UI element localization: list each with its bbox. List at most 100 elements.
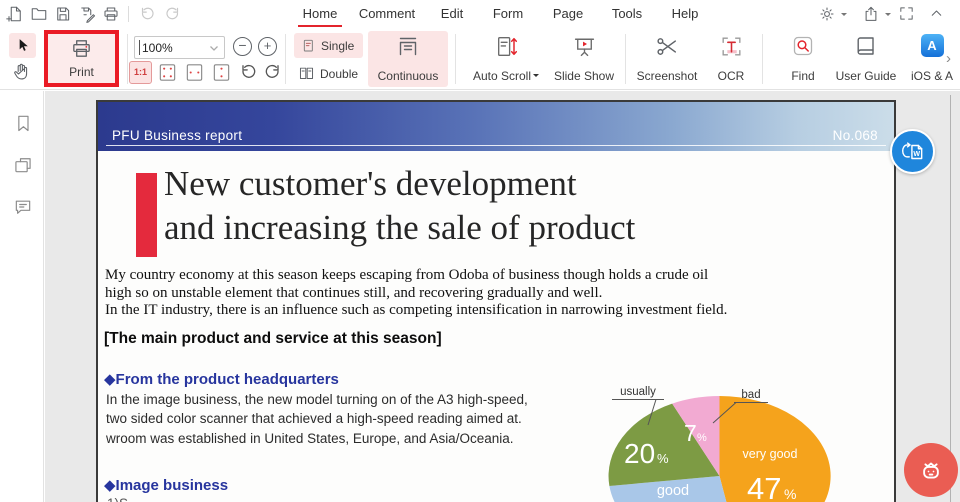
rotate-left-button[interactable]: [238, 62, 258, 82]
share-icon[interactable]: [862, 5, 892, 23]
document-title: New customer's development and increasin…: [164, 162, 635, 250]
pie-pct-usually: 20: [624, 438, 655, 469]
printer-icon: [70, 37, 93, 60]
tab-help[interactable]: Help: [666, 0, 704, 27]
product-hq-paragraph: In the image business, the new model tur…: [106, 390, 528, 448]
auto-scroll-button[interactable]: Auto Scroll: [462, 31, 550, 87]
tab-comment[interactable]: Comment: [352, 0, 422, 27]
tab-label: Home: [303, 6, 338, 21]
section-heading: [The main product and service at this se…: [104, 330, 442, 348]
pie-label-good: good: [657, 483, 689, 499]
report-banner-title: PFU Business report: [112, 128, 242, 143]
double-page-icon: [298, 65, 315, 82]
screenshot-button[interactable]: Screenshot: [628, 31, 706, 87]
fullscreen-icon[interactable]: [898, 5, 916, 23]
ocr-button[interactable]: OCR: [708, 31, 754, 87]
select-tool-button[interactable]: [9, 33, 36, 58]
pdf-page: PFU Business report No.068 New customer'…: [96, 100, 896, 502]
zoom-in-button[interactable]: +: [258, 37, 277, 56]
cursor-arrow-icon: [14, 37, 31, 54]
scrollbar[interactable]: [950, 95, 951, 502]
report-number: No.068: [833, 128, 878, 143]
slide-show-button[interactable]: Slide Show: [550, 31, 618, 87]
fit-page-button[interactable]: [157, 62, 178, 83]
slide-show-icon: [572, 34, 597, 59]
text-caret: [139, 40, 140, 55]
page-thumbnails-icon[interactable]: [13, 155, 33, 175]
comments-panel-icon[interactable]: [13, 197, 33, 217]
report-banner: PFU Business report No.068: [98, 102, 894, 151]
left-panel-bar: [0, 91, 44, 502]
continuous-icon: [396, 34, 420, 58]
tab-page[interactable]: Page: [548, 0, 588, 27]
quick-print-icon[interactable]: [102, 5, 120, 23]
single-view-button[interactable]: Single: [294, 33, 363, 58]
subheading-image-business: ◆Image business: [104, 476, 228, 494]
screenshot-label: Screenshot: [637, 69, 698, 83]
ocr-label: OCR: [718, 69, 745, 83]
body-line: In the image business, the new model tur…: [106, 390, 528, 409]
save-icon[interactable]: [54, 5, 72, 23]
intro-line: high so on unstable element that continu…: [105, 285, 727, 303]
document-canvas[interactable]: PFU Business report No.068 New customer'…: [45, 91, 960, 502]
toolbar: Print 100% − + 1:1 Single Double: [0, 28, 960, 90]
auto-scroll-label: Auto Scroll: [473, 69, 531, 83]
title-accent-bar: [136, 173, 157, 257]
pie-callout-usually: usually: [620, 386, 656, 398]
find-button[interactable]: Find: [782, 31, 824, 87]
ocr-icon: [719, 34, 744, 59]
bookmarks-panel-icon[interactable]: [13, 113, 33, 133]
ai-assistant-button[interactable]: [904, 443, 958, 497]
divider: [762, 34, 763, 84]
tab-edit[interactable]: Edit: [434, 0, 470, 27]
single-label: Single: [321, 39, 354, 53]
caret-down-icon: [533, 74, 539, 80]
tab-label: Help: [672, 6, 699, 21]
new-file-icon[interactable]: [6, 5, 24, 23]
pie-pct-very-good: 47: [747, 471, 781, 502]
zoom-input[interactable]: 100%: [134, 36, 225, 59]
clipped-body-line: 1)S: [107, 496, 128, 502]
scissors-icon: [655, 34, 680, 59]
hand-tool-button[interactable]: [11, 61, 35, 85]
fit-height-button[interactable]: [211, 62, 232, 83]
print-button[interactable]: Print: [44, 30, 119, 87]
undo-icon[interactable]: [138, 5, 156, 23]
rotate-right-button[interactable]: [263, 62, 283, 82]
caret-down-icon: [885, 13, 891, 19]
double-view-button[interactable]: Double: [294, 61, 366, 86]
open-file-icon[interactable]: [30, 5, 48, 23]
divider: [127, 34, 128, 84]
subheading-product-hq: ◆From the product headquarters: [104, 370, 339, 388]
hand-icon: [11, 61, 32, 82]
menubar: Home Comment Edit Form Page Tools Help: [0, 0, 960, 28]
ios-android-button[interactable]: A iOS & A: [900, 31, 960, 87]
collapse-toolbar-icon[interactable]: [928, 5, 946, 23]
tab-form[interactable]: Form: [488, 0, 528, 27]
continuous-view-button[interactable]: Continuous: [368, 31, 448, 87]
tab-tools[interactable]: Tools: [606, 0, 648, 27]
find-icon: [791, 34, 815, 58]
zoom-value: 100%: [142, 41, 173, 55]
zoom-out-button[interactable]: −: [233, 37, 252, 56]
slide-show-label: Slide Show: [554, 69, 614, 83]
theme-icon[interactable]: [818, 5, 848, 23]
robot-icon: [916, 455, 946, 485]
divider: [285, 34, 286, 84]
pie-pct-symbol: %: [784, 486, 796, 502]
redo-icon[interactable]: [164, 5, 182, 23]
user-guide-button[interactable]: User Guide: [828, 31, 904, 87]
word-convert-icon: W: [900, 139, 926, 165]
chevron-down-icon: [209, 45, 219, 52]
save-as-icon[interactable]: [78, 5, 96, 23]
single-page-icon: [300, 38, 316, 54]
pie-pct-bad: 7: [684, 420, 697, 446]
tab-home[interactable]: Home: [298, 0, 342, 27]
app-store-icon: A: [921, 34, 944, 57]
actual-size-button[interactable]: 1:1: [129, 61, 152, 84]
convert-to-word-button[interactable]: W: [890, 129, 935, 174]
more-tools-chevron[interactable]: ›: [946, 50, 951, 67]
divider: [455, 34, 456, 84]
pie-pct-symbol: %: [657, 451, 669, 466]
fit-width-button[interactable]: [184, 62, 205, 83]
